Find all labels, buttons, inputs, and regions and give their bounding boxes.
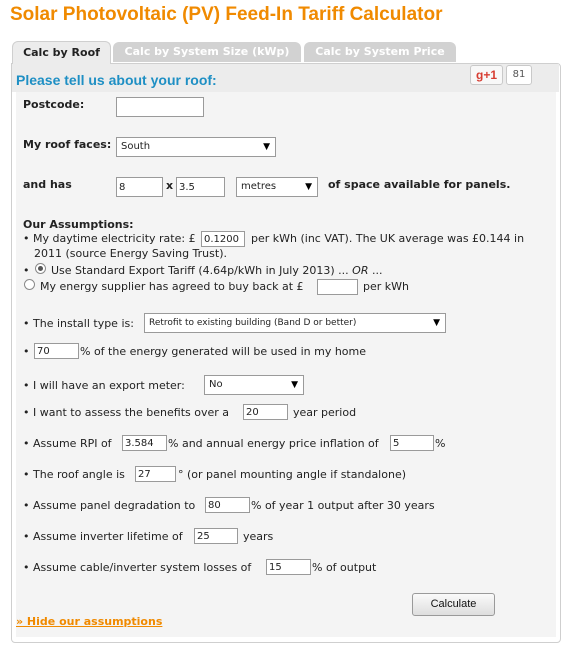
roof-angle-text: The roof angle is: [33, 468, 125, 481]
custom-buyback-suffix: per kWh: [363, 280, 409, 293]
tab-calc-by-system-size[interactable]: Calc by System Size (kWp): [113, 42, 301, 62]
chevron-down-icon: ▼: [263, 142, 270, 152]
chevron-down-icon: ▼: [291, 380, 298, 390]
roof-angle-label: • The roof angle is: [23, 468, 125, 481]
panel-heading: Please tell us about your roof:: [16, 72, 217, 88]
degradation-suffix: % of year 1 output after 30 years: [251, 499, 435, 512]
tab-calc-by-system-price[interactable]: Calc by System Price: [304, 42, 456, 62]
daytime-rate-input[interactable]: [201, 231, 245, 247]
energy-used-suffix: % of the energy generated will be used i…: [80, 345, 367, 358]
export-meter-select[interactable]: No ▼: [204, 375, 304, 395]
energy-used-input[interactable]: [34, 343, 79, 359]
rpi-mid: % and annual energy price inflation of: [168, 437, 379, 450]
roof-dimension-b-input[interactable]: [176, 177, 225, 197]
losses-input[interactable]: [266, 559, 311, 575]
rpi-label: • Assume RPI of: [23, 437, 112, 450]
install-type-select[interactable]: Retrofit to existing building (Band D or…: [144, 313, 446, 333]
degradation-text: Assume panel degradation to: [33, 499, 196, 512]
hide-assumptions-link[interactable]: » Hide our assumptions: [16, 615, 162, 628]
roof-faces-label: My roof faces:: [23, 138, 112, 151]
daytime-rate-note: 2011 (source Energy Saving Trust).: [34, 247, 227, 260]
standard-export-ellipsis: ...: [368, 264, 383, 277]
postcode-label: Postcode:: [23, 98, 85, 111]
used-bullet: •: [23, 345, 30, 358]
standard-export-radio[interactable]: [35, 263, 46, 274]
roof-faces-select[interactable]: South ▼: [116, 137, 276, 157]
standard-export-label: Use Standard Export Tariff (4.64p/kWh in…: [51, 264, 382, 277]
rpi-input[interactable]: [122, 435, 167, 451]
page-title: Solar Photovoltaic (PV) Feed-In Tariff C…: [10, 4, 443, 25]
or-text: OR: [352, 264, 369, 277]
degradation-label: • Assume panel degradation to: [23, 499, 196, 512]
calculate-button[interactable]: Calculate: [412, 593, 495, 616]
losses-label: • Assume cable/inverter system losses of: [23, 561, 252, 574]
period-input[interactable]: [243, 404, 288, 420]
tab-calc-by-roof[interactable]: Calc by Roof: [12, 41, 111, 64]
unit-select[interactable]: metres ▼: [236, 177, 318, 197]
roof-faces-value: South: [121, 141, 151, 152]
custom-buyback-input[interactable]: [317, 279, 358, 295]
period-label: • I want to assess the benefits over a: [23, 406, 230, 419]
custom-buyback-label: My energy supplier has agreed to buy bac…: [40, 280, 304, 293]
roof-angle-suffix: ° (or panel mounting angle if standalone…: [178, 468, 406, 481]
export-meter-text: I will have an export meter:: [33, 379, 185, 392]
chevron-down-icon: ▼: [433, 318, 440, 328]
google-plus-count: 81: [506, 65, 532, 85]
daytime-rate-prefix: • My daytime electricity rate: £: [23, 232, 196, 245]
postcode-input[interactable]: [116, 97, 204, 117]
inflation-suffix: %: [435, 437, 446, 450]
and-has-label: and has: [23, 178, 72, 191]
custom-buyback-radio[interactable]: [24, 279, 35, 290]
degradation-input[interactable]: [205, 497, 250, 513]
unit-value: metres: [241, 181, 277, 192]
space-suffix: of space available for panels.: [328, 178, 511, 191]
rpi-text: Assume RPI of: [33, 437, 112, 450]
install-type-text: The install type is:: [33, 317, 134, 330]
inverter-text: Assume inverter lifetime of: [33, 530, 183, 543]
inverter-label: • Assume inverter lifetime of: [23, 530, 183, 543]
losses-text: Assume cable/inverter system losses of: [33, 561, 252, 574]
google-plus-button[interactable]: g+1: [470, 65, 503, 85]
export-meter-label: • I will have an export meter:: [23, 379, 185, 392]
period-text: I want to assess the benefits over a: [33, 406, 230, 419]
losses-suffix: % of output: [312, 561, 377, 574]
form-area: [16, 92, 556, 637]
roof-dimension-a-input[interactable]: [116, 177, 163, 197]
roof-angle-input[interactable]: [135, 466, 176, 482]
standard-export-text: Use Standard Export Tariff (4.64p/kWh in…: [51, 264, 353, 277]
chevron-down-icon: ▼: [305, 182, 312, 192]
period-suffix: year period: [293, 406, 357, 419]
daytime-rate-suffix: per kWh (inc VAT). The UK average was £0…: [251, 232, 525, 245]
export-meter-value: No: [209, 379, 223, 390]
inflation-input[interactable]: [390, 435, 434, 451]
daytime-rate-label: My daytime electricity rate: £: [33, 232, 196, 245]
export-bullet: •: [23, 264, 30, 277]
install-type-label: • The install type is:: [23, 317, 134, 330]
assumptions-heading: Our Assumptions:: [23, 218, 134, 231]
inverter-input[interactable]: [194, 528, 238, 544]
install-type-value: Retrofit to existing building (Band D or…: [149, 318, 357, 328]
inverter-suffix: years: [243, 530, 274, 543]
times-sign: x: [166, 179, 174, 192]
